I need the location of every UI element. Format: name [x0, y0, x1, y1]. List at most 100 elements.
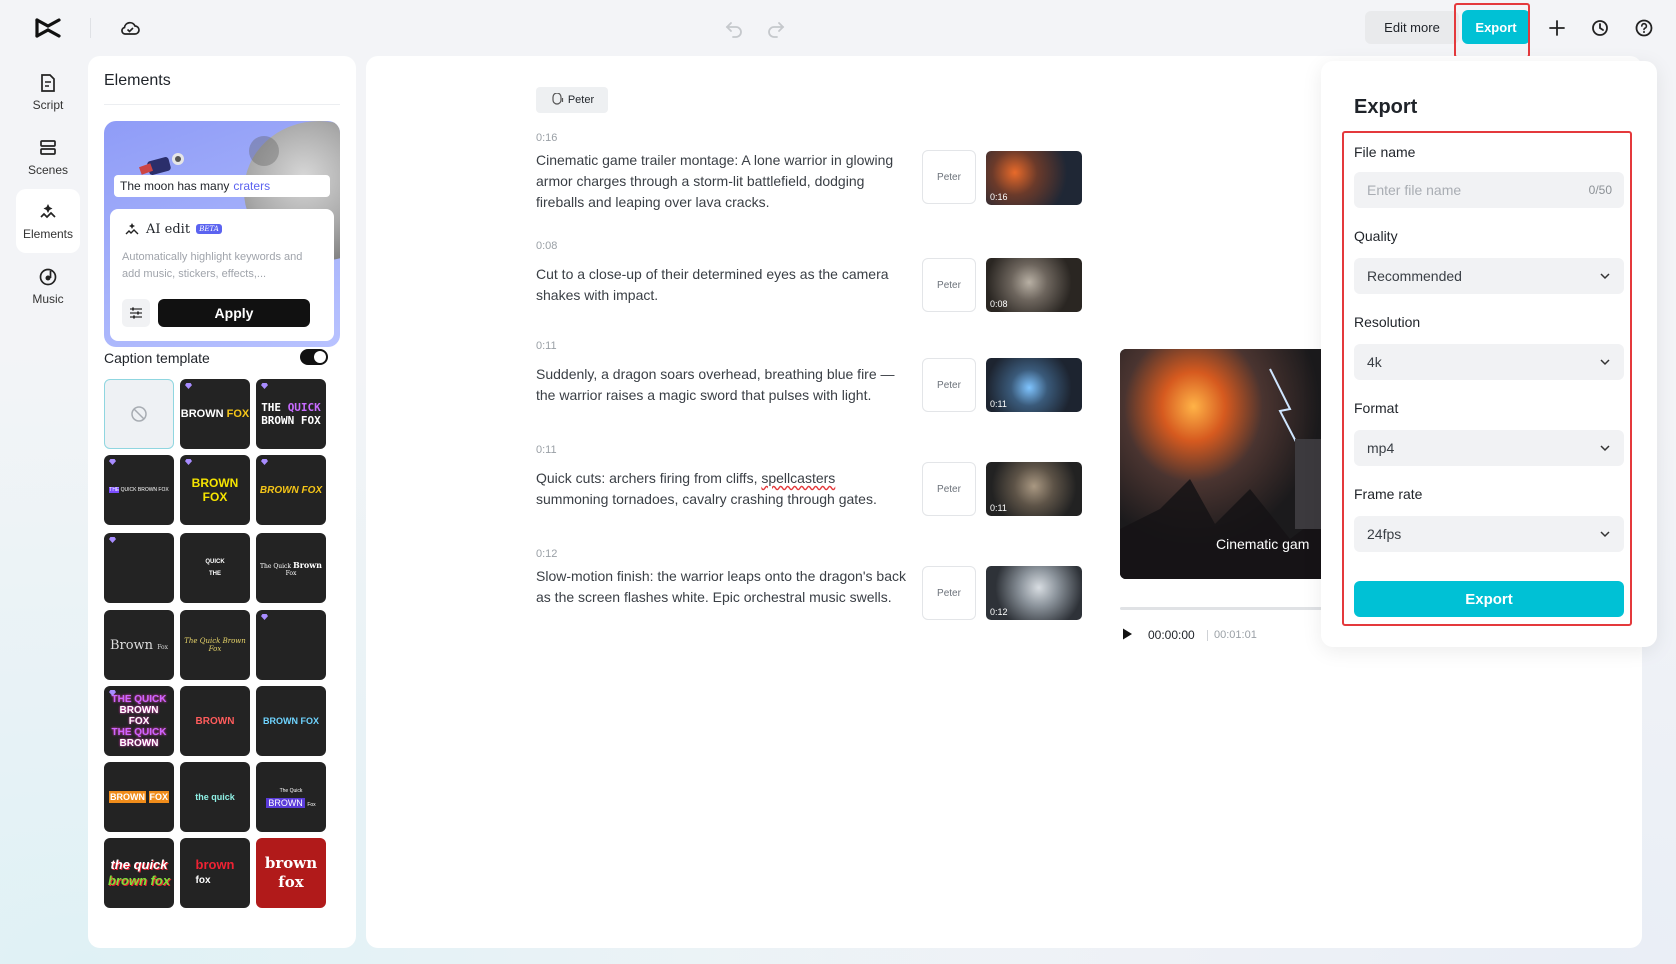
template-tile[interactable]: the quick brown fox [104, 838, 174, 908]
no-caption-icon [131, 406, 147, 422]
chevron-down-icon [1600, 531, 1610, 538]
template-text: BROWN FOX [180, 408, 250, 420]
export-panel-title: Export [1354, 96, 1418, 118]
scene-voice-button[interactable]: Peter [922, 462, 976, 516]
chevron-down-icon [1600, 445, 1610, 452]
scene-time: 0:11 [536, 340, 557, 352]
template-tile[interactable] [104, 533, 174, 603]
export-button-highlight [1454, 3, 1530, 58]
sliders-icon [130, 307, 142, 319]
rail-item-music[interactable]: Music [16, 254, 80, 318]
template-tile[interactable]: brown fox [180, 838, 250, 908]
scene-text[interactable]: Slow-motion finish: the warrior leaps on… [536, 566, 910, 608]
rail-item-elements[interactable]: Elements [16, 189, 80, 253]
top-bar: Edit more Export [0, 0, 1676, 58]
template-text: BROWN FOX [108, 791, 170, 803]
template-tile[interactable]: THE QUICK BROWN FOX THE QUICK BROWN [104, 686, 174, 756]
scene-text[interactable]: Cinematic game trailer montage: A lone w… [536, 150, 910, 213]
scene-thumbnail[interactable]: 0:08 [986, 258, 1082, 312]
quality-select[interactable]: Recommended [1354, 258, 1624, 294]
scene-text-part: Quick cuts: archers firing from cliffs, [536, 470, 762, 486]
resolution-select[interactable]: 4k [1354, 344, 1624, 380]
template-text: BROWN FOX [263, 716, 319, 726]
file-name-input[interactable]: Enter file name 0/50 [1354, 172, 1624, 208]
template-tile[interactable]: BROWN FOX [256, 686, 326, 756]
play-icon[interactable] [1120, 627, 1134, 641]
rail-item-script[interactable]: Script [16, 60, 80, 124]
rail-label-music: Music [32, 292, 64, 306]
scene-text[interactable]: Quick cuts: archers firing from cliffs, … [536, 468, 910, 510]
preview-caption: Cinematic gam [1216, 536, 1330, 552]
template-text: The Quick Brown Fox [184, 637, 246, 653]
rail-label-script: Script [32, 98, 64, 112]
premium-icon [261, 614, 268, 620]
template-tile[interactable]: THE QUICK BROWN FOX [256, 379, 326, 449]
moon-caption: The moon has many craters [114, 175, 330, 197]
preview-caption-text: Cinematic gam [1216, 536, 1310, 552]
quality-value: Recommended [1367, 268, 1462, 284]
ai-settings-button[interactable] [122, 299, 150, 327]
template-none[interactable] [104, 379, 174, 449]
scene-voice-button[interactable]: Peter [922, 258, 976, 312]
resolution-value: 4k [1367, 354, 1382, 370]
template-tile[interactable] [256, 610, 326, 680]
scene-text[interactable]: Cut to a close-up of their determined ey… [536, 264, 910, 306]
misspelled-word[interactable]: spellcasters [761, 470, 835, 486]
template-tile[interactable]: BROWN FOX [180, 379, 250, 449]
format-label: Format [1354, 400, 1399, 416]
template-tile[interactable]: The Quick BROWN Fox [256, 762, 326, 832]
template-tile[interactable]: the quick [180, 762, 250, 832]
template-tile[interactable]: brown fox [256, 838, 326, 908]
template-text: QUICK THE [205, 559, 225, 577]
scene-thumbnail[interactable]: 0:16 [986, 151, 1082, 205]
redo-icon[interactable] [764, 16, 788, 40]
export-submit-button[interactable]: Export [1354, 581, 1624, 617]
scene-thumbnail[interactable]: 0:11 [986, 358, 1082, 412]
panel-divider [104, 104, 340, 105]
ai-edit-description: Automatically highlight keywords and add… [122, 251, 303, 280]
quality-label: Quality [1354, 228, 1398, 244]
time-divider [1207, 630, 1208, 641]
music-icon [39, 268, 57, 286]
template-tile[interactable]: BROWN [180, 686, 250, 756]
playback-progress[interactable] [1120, 607, 1330, 610]
template-tile[interactable]: BROWN FOX [104, 762, 174, 832]
edit-more-button[interactable]: Edit more [1365, 11, 1459, 44]
scene-thumbnail[interactable]: 0:11 [986, 462, 1082, 516]
template-tile[interactable]: BROWN FOX [256, 455, 326, 525]
template-tile[interactable]: Brown Fox [104, 610, 174, 680]
file-name-placeholder: Enter file name [1367, 182, 1462, 198]
thumbnail-duration: 0:08 [990, 299, 1008, 309]
plus-icon[interactable] [1545, 16, 1569, 40]
rail-label-scenes: Scenes [27, 163, 69, 177]
template-tile[interactable]: QUICK THE [180, 533, 250, 603]
template-tile[interactable]: THE QUICK BROWN FOX [104, 455, 174, 525]
scene-thumbnail[interactable]: 0:12 [986, 566, 1082, 620]
scene-voice-button[interactable]: Peter [922, 150, 976, 204]
template-text: BROWN FOX [259, 484, 323, 496]
template-tile[interactable]: BROWN FOX [180, 455, 250, 525]
help-icon[interactable] [1632, 16, 1656, 40]
scene-voice-button[interactable]: Peter [922, 358, 976, 412]
history-icon[interactable] [1588, 16, 1612, 40]
scene-text[interactable]: Suddenly, a dragon soars overhead, breat… [536, 364, 910, 406]
file-name-label: File name [1354, 144, 1416, 160]
premium-icon [185, 383, 192, 389]
thumbnail-duration: 0:11 [990, 399, 1007, 409]
caption-template-toggle[interactable] [300, 349, 328, 365]
capcut-logo-icon[interactable] [34, 16, 62, 40]
frame-rate-select[interactable]: 24fps [1354, 516, 1624, 552]
template-tile[interactable]: The Quick Brown Fox [256, 533, 326, 603]
scene-time: 0:12 [536, 548, 558, 560]
rail-item-scenes[interactable]: Scenes [16, 125, 80, 189]
format-select[interactable]: mp4 [1354, 430, 1624, 466]
voice-tag[interactable]: Peter [536, 87, 608, 113]
elements-icon [40, 204, 56, 219]
scene-voice-button[interactable]: Peter [922, 566, 976, 620]
undo-icon[interactable] [722, 16, 746, 40]
ai-sparkle-icon [125, 223, 139, 235]
template-tile[interactable]: The Quick Brown Fox [180, 610, 250, 680]
cloud-icon[interactable] [118, 16, 142, 40]
apply-button[interactable]: Apply [158, 299, 310, 327]
beta-badge: BETA [196, 224, 223, 234]
